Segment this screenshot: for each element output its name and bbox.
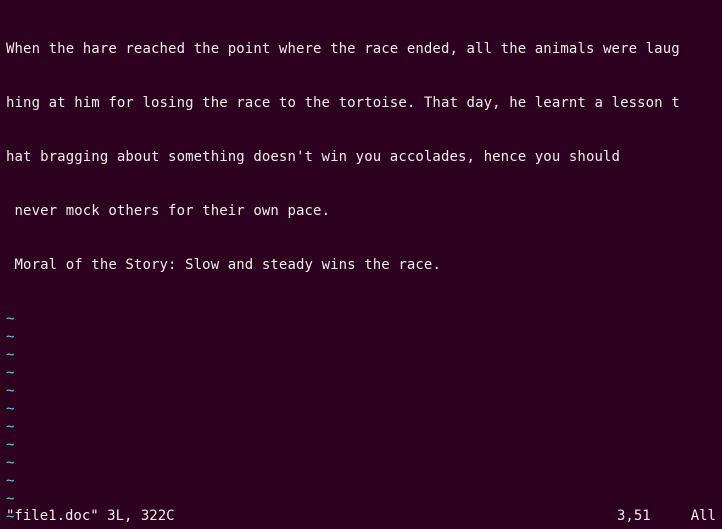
editor-buffer[interactable]: When the hare reached the point where th… [6, 4, 716, 529]
empty-line-marker: ~ [6, 328, 716, 346]
status-line: "file1.doc" 3L, 322C 3,51 All [6, 507, 716, 525]
status-spacer [175, 507, 617, 525]
buffer-line[interactable]: never mock others for their own pace. [6, 202, 716, 220]
empty-line-marker: ~ [6, 454, 716, 472]
buffer-line[interactable]: When the hare reached the point where th… [6, 40, 716, 58]
vim-terminal[interactable]: When the hare reached the point where th… [0, 0, 722, 529]
status-scroll-indicator: All [691, 507, 716, 525]
buffer-line[interactable]: hing at him for losing the race to the t… [6, 94, 716, 112]
buffer-line[interactable]: hat bragging about something doesn't win… [6, 148, 716, 166]
empty-line-marker: ~ [6, 472, 716, 490]
empty-line-marker: ~ [6, 418, 716, 436]
empty-line-marker: ~ [6, 490, 716, 508]
empty-line-marker: ~ [6, 436, 716, 454]
buffer-line[interactable]: Moral of the Story: Slow and steady wins… [6, 256, 716, 274]
empty-line-marker: ~ [6, 400, 716, 418]
status-cursor-position: 3,51 [617, 507, 691, 525]
empty-line-marker: ~ [6, 382, 716, 400]
empty-line-marker: ~ [6, 364, 716, 382]
status-file: "file1.doc" 3L, 322C [6, 507, 175, 525]
empty-lines: ~~~~~~~~~~~~~~~~~~~~~~ [6, 310, 716, 529]
status-fileinfo: 3L, 322C [107, 508, 174, 524]
status-filename: "file1.doc" [6, 508, 99, 524]
empty-line-marker: ~ [6, 310, 716, 328]
empty-line-marker: ~ [6, 346, 716, 364]
